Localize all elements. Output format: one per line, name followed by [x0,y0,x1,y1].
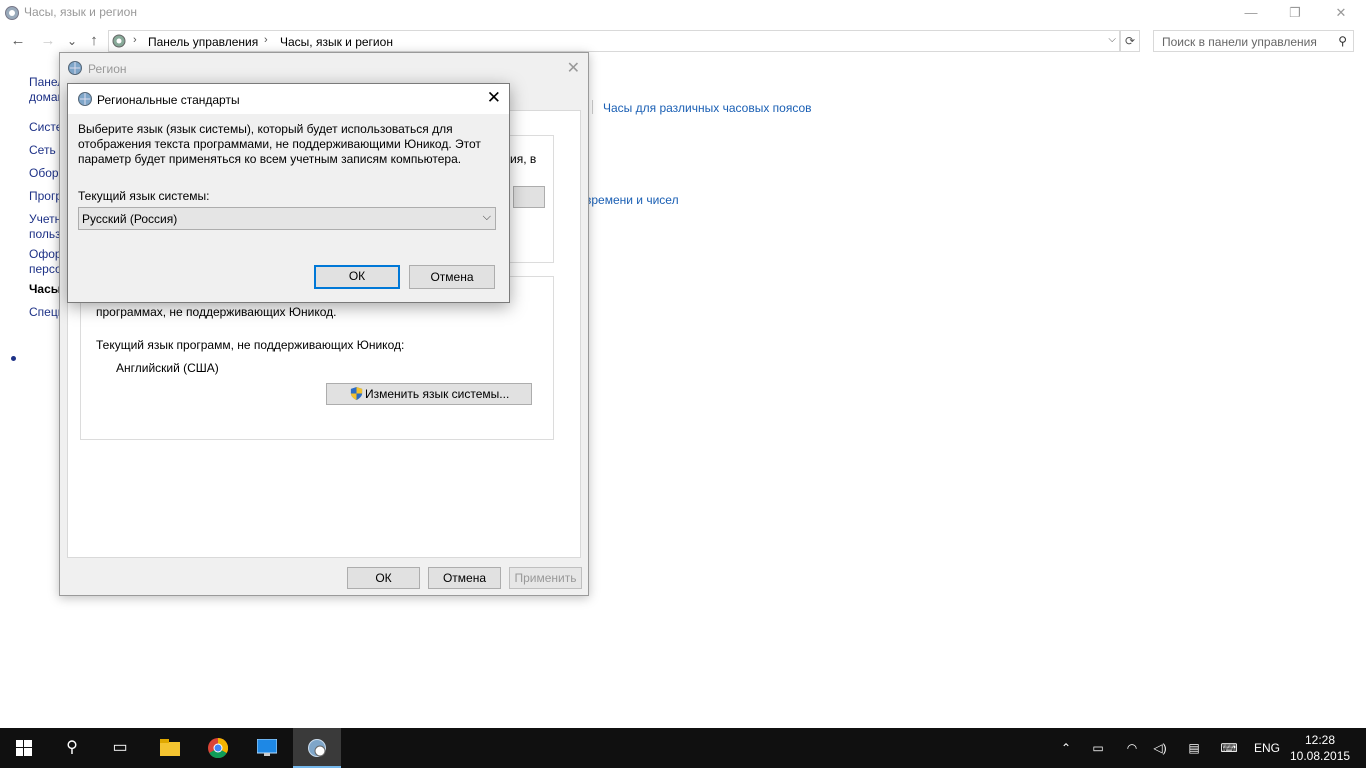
partial-text: ия, в [510,152,537,166]
chrome-logo-icon [208,737,229,759]
region-globe-icon [78,92,92,106]
clock-globe-icon [308,739,326,757]
search-taskbar-icon[interactable]: ⚲ [48,728,96,768]
clock-globe-icon [5,6,19,20]
breadcrumb-control-panel[interactable]: Панель управления [148,35,258,49]
forward-button[interactable]: → [38,31,58,51]
region-apply-button[interactable]: Применить [509,567,582,589]
region-ok-button[interactable]: ОК [347,567,420,589]
system-locale-description: Выберите язык (язык системы), который бу… [78,122,481,166]
back-button[interactable]: ← [8,31,28,51]
restore-button[interactable]: ❐ [1272,0,1318,28]
sidebar-item-clock[interactable]: Часы [29,282,61,296]
up-button[interactable]: ↑ [84,31,104,51]
region-dialog-title: Регион [88,62,127,76]
minimize-button[interactable]: — [1228,0,1274,28]
uac-shield-icon [350,386,363,401]
windows-logo-icon [16,740,32,756]
keyboard-icon[interactable]: ⌨ [1216,728,1242,768]
sidebar-item-accounts-line2[interactable]: польз [29,227,61,241]
clock[interactable]: 12:28 10.08.2015 [1290,732,1350,764]
sidebar-item-personalization-line2[interactable]: персо [29,262,62,276]
search-icon[interactable]: ⚲ [1338,34,1347,48]
address-dropdown-icon[interactable]: ⌵ [1108,34,1116,45]
start-button[interactable] [0,728,48,768]
sidebar-item-accounts[interactable]: Учетн [29,212,61,226]
change-system-locale-label: Изменить язык системы... [365,387,510,401]
control-panel-icon [112,34,126,48]
breadcrumb-separator-icon: › [264,34,268,46]
link-separator [592,100,593,114]
refresh-button[interactable]: ⟳ [1120,30,1140,52]
taskbar: ⚲ ▭ ⌃ ▭ ◠ ◁) ▤ ⌨ ENG 12:28 10.08.2015 [0,728,1366,768]
system-locale-select[interactable]: Русский (Россия) ⌵ [78,207,496,230]
navigation-bar: ← → ⌄ ↑ › Панель управления › Часы, язык… [0,29,1366,53]
regional-settings-dialog: Региональные стандарты ✕ Выберите язык (… [67,83,510,303]
wifi-icon[interactable]: ◠ [1122,728,1142,768]
current-program-language-value: Английский (США) [116,361,219,375]
action-center-icon[interactable]: ▤ [1184,728,1204,768]
breadcrumb-clock-language-region[interactable]: Часы, язык и регион [280,35,393,49]
regional-settings-title: Региональные стандарты [97,93,240,107]
file-explorer-icon[interactable] [146,728,194,768]
regional-settings-close-icon[interactable]: ✕ [487,88,501,108]
regional-settings-title-bar: Региональные стандарты ✕ [68,84,509,114]
regional-cancel-button[interactable]: Отмена [409,265,495,289]
search-input[interactable]: Поиск в панели управления ⚲ [1153,30,1354,52]
breadcrumb-separator-icon: › [133,34,137,46]
change-system-locale-button[interactable]: Изменить язык системы... [326,383,532,405]
remote-desktop-icon[interactable] [243,728,291,768]
clock-date: 10.08.2015 [1290,749,1351,763]
chevron-down-icon: ⌵ [482,211,491,223]
battery-icon[interactable]: ▭ [1088,728,1108,768]
task-view-icon[interactable]: ▭ [96,728,144,768]
sidebar-item-programs[interactable]: Прогр [29,189,62,203]
window-title: Часы, язык и регион [24,5,137,19]
recent-locations-button[interactable]: ⌄ [62,31,82,51]
title-bar: Часы, язык и регион — ❐ ✕ [0,0,1366,28]
formats-link[interactable]: времени и чисел [585,193,679,207]
current-system-locale-label: Текущий язык системы: [78,189,210,203]
clock-time: 12:28 [1304,733,1336,747]
search-placeholder: Поиск в панели управления [1162,35,1317,49]
region-globe-icon [68,61,82,75]
volume-icon[interactable]: ◁) [1150,728,1170,768]
region-close-icon[interactable]: ✕ [567,58,580,78]
sidebar-item-hardware[interactable]: Обор [29,166,59,180]
current-program-language-label: Текущий язык программ, не поддерживающих… [96,338,405,352]
address-bar[interactable]: › Панель управления › Часы, язык и регио… [108,30,1120,52]
close-window-button[interactable]: ✕ [1318,0,1364,28]
regional-ok-button[interactable]: ОК [314,265,400,289]
partial-button[interactable] [513,186,545,208]
control-panel-taskbar-icon[interactable] [293,728,341,768]
folder-icon [160,739,180,756]
region-cancel-button[interactable]: Отмена [428,567,501,589]
system-locale-value: Русский (Россия) [82,212,178,226]
sidebar-item-personalization[interactable]: Офор [29,247,62,261]
monitor-icon [256,738,278,756]
input-language-indicator[interactable]: ENG [1250,728,1284,768]
show-hidden-icons[interactable]: ⌃ [1056,728,1076,768]
unicode-description: программах, не поддерживающих Юникод. [96,305,337,319]
active-bullet-icon [11,356,16,361]
sidebar-item-system[interactable]: Систе [29,120,62,134]
chrome-icon[interactable] [194,728,242,768]
timezones-link[interactable]: Часы для различных часовых поясов [603,101,812,115]
